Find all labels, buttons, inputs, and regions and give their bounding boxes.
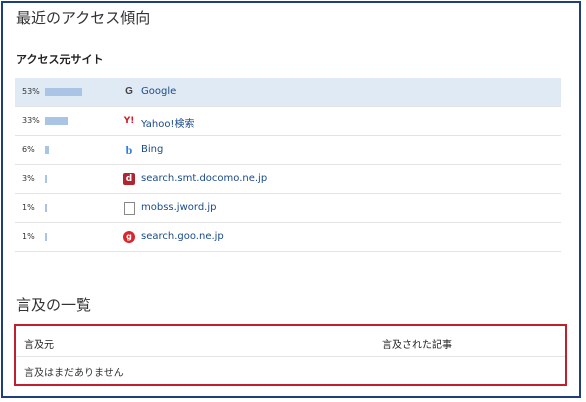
bing-icon: b bbox=[125, 143, 133, 157]
access-sources-list: 53% G Google 33% Y! Yahoo!検索 6% b Bing 3… bbox=[15, 78, 561, 252]
access-trends-title: 最近のアクセス傾向 bbox=[16, 9, 151, 27]
site-row[interactable]: 6% b Bing bbox=[15, 136, 561, 165]
mentions-table: 言及元 言及された記事 言及はまだありません bbox=[14, 324, 567, 386]
site-percent: 1% bbox=[22, 232, 35, 241]
site-percent: 3% bbox=[22, 174, 35, 183]
site-row[interactable]: 53% G Google bbox=[15, 78, 561, 107]
site-name-link[interactable]: Yahoo!検索 bbox=[141, 115, 194, 130]
mentions-title: 言及の一覧 bbox=[16, 296, 92, 314]
site-percent: 33% bbox=[22, 116, 40, 125]
site-name-link[interactable]: Bing bbox=[141, 144, 163, 155]
mentions-table-header: 言及元 言及された記事 bbox=[16, 326, 565, 357]
column-header-article: 言及された記事 bbox=[382, 340, 452, 351]
site-row[interactable]: 3% d search.smt.docomo.ne.jp bbox=[15, 165, 561, 194]
site-row[interactable]: 33% Y! Yahoo!検索 bbox=[15, 107, 561, 136]
site-percent-bar bbox=[45, 117, 68, 125]
site-row[interactable]: 1% mobss.jword.jp bbox=[15, 194, 561, 223]
site-percent: 53% bbox=[22, 87, 40, 96]
document-icon bbox=[124, 202, 135, 215]
docomo-icon: d bbox=[123, 173, 135, 185]
site-name-link[interactable]: Google bbox=[141, 86, 176, 97]
site-row[interactable]: 1% g search.goo.ne.jp bbox=[15, 223, 561, 252]
google-icon: G bbox=[125, 86, 133, 97]
site-percent-bar bbox=[45, 175, 47, 183]
site-percent-bar bbox=[45, 88, 82, 96]
goo-icon: g bbox=[123, 231, 135, 243]
access-sources-heading: アクセス元サイト bbox=[16, 53, 104, 66]
site-percent: 6% bbox=[22, 145, 35, 154]
site-percent-bar bbox=[45, 146, 49, 154]
site-percent-bar bbox=[45, 204, 47, 212]
empty-message: 言及はまだありません bbox=[24, 368, 124, 379]
site-percent-bar bbox=[45, 233, 47, 241]
yahoo-icon: Y! bbox=[123, 116, 135, 126]
site-name-link[interactable]: mobss.jword.jp bbox=[141, 202, 216, 213]
site-name-link[interactable]: search.goo.ne.jp bbox=[141, 231, 224, 242]
site-name-link[interactable]: search.smt.docomo.ne.jp bbox=[141, 173, 267, 184]
site-percent: 1% bbox=[22, 203, 35, 212]
column-header-source: 言及元 bbox=[24, 340, 54, 351]
